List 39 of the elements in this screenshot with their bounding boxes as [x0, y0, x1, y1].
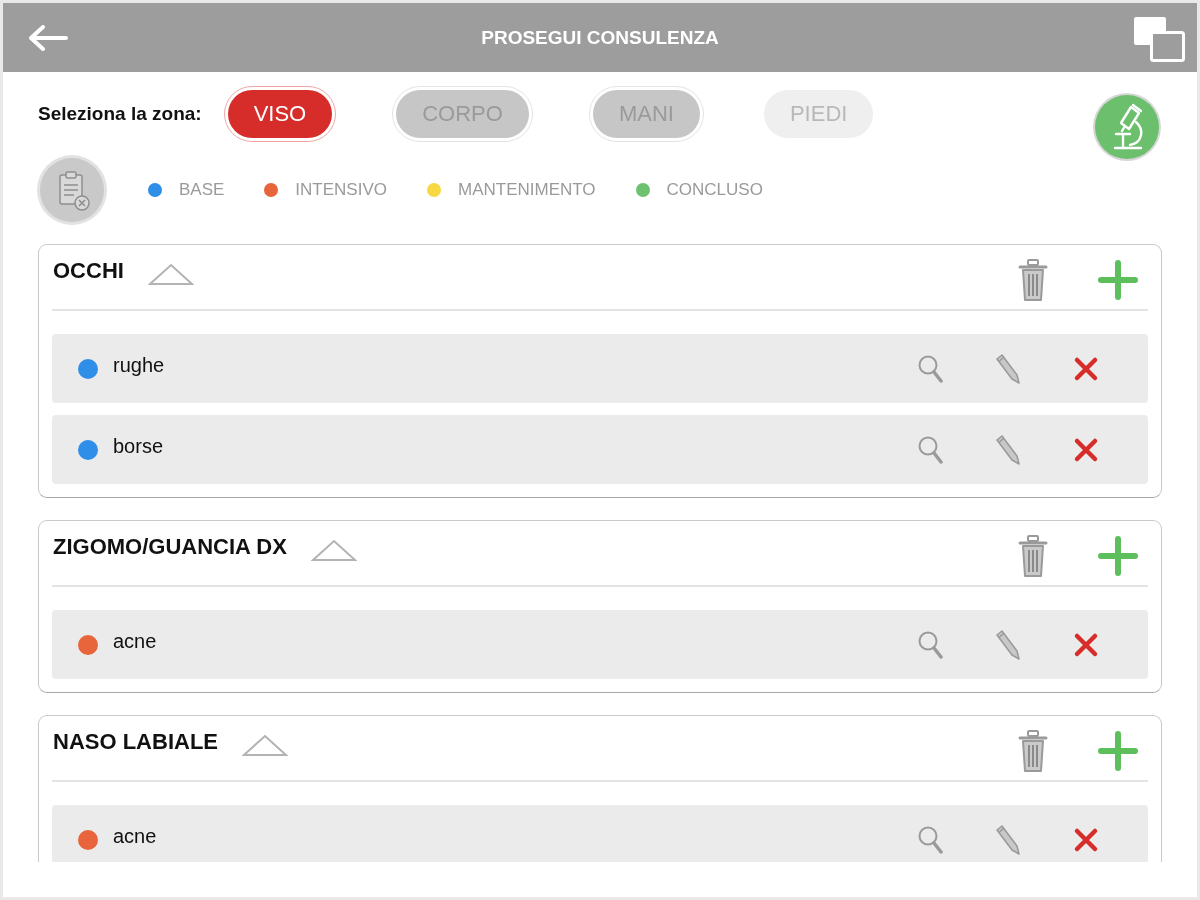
legend-label: CONCLUSO — [666, 180, 763, 200]
search-icon[interactable] — [917, 434, 943, 465]
zone-label: Seleziona la zona: — [38, 103, 202, 125]
pencil-icon[interactable] — [994, 352, 1022, 385]
overlapping-squares-icon[interactable] — [1133, 16, 1185, 62]
zone-tab[interactable]: VISO — [223, 86, 337, 142]
section-title: ZIGOMO/GUANCIA DX — [53, 534, 287, 560]
pencil-icon[interactable] — [994, 433, 1022, 466]
section-title: NASO LABIALE — [53, 729, 218, 755]
triangle-icon[interactable] — [147, 262, 194, 286]
legend-label: MANTENIMENTO — [458, 180, 596, 200]
plus-icon[interactable] — [1098, 260, 1138, 300]
cross-icon[interactable] — [1073, 436, 1099, 463]
plus-icon[interactable] — [1098, 731, 1138, 771]
legend-label: INTENSIVO — [295, 180, 387, 200]
pencil-icon[interactable] — [994, 628, 1022, 661]
item-label: acne — [113, 630, 157, 654]
trash-icon[interactable] — [1018, 258, 1048, 302]
search-icon[interactable] — [917, 353, 943, 384]
clipboard-icon[interactable] — [36, 154, 108, 226]
section-title: OCCHI — [53, 258, 124, 284]
arrow-left-icon[interactable] — [28, 24, 68, 51]
search-icon[interactable] — [917, 629, 943, 660]
screen-title: PROSEGUI CONSULENZA — [481, 26, 719, 49]
cross-icon[interactable] — [1073, 355, 1099, 382]
item-label: rughe — [113, 354, 165, 378]
item-label: acne — [113, 825, 157, 849]
cross-icon[interactable] — [1073, 826, 1099, 853]
trash-icon[interactable] — [1018, 729, 1048, 773]
trash-icon[interactable] — [1018, 534, 1048, 578]
legend-label: BASE — [179, 180, 225, 200]
microscope-icon[interactable] — [1092, 92, 1162, 162]
item-label: borse — [113, 435, 164, 459]
plus-icon[interactable] — [1098, 536, 1138, 576]
triangle-icon[interactable] — [310, 538, 357, 562]
search-icon[interactable] — [917, 824, 943, 855]
pencil-icon[interactable] — [994, 823, 1022, 856]
triangle-icon[interactable] — [242, 733, 288, 757]
cross-icon[interactable] — [1073, 631, 1099, 658]
